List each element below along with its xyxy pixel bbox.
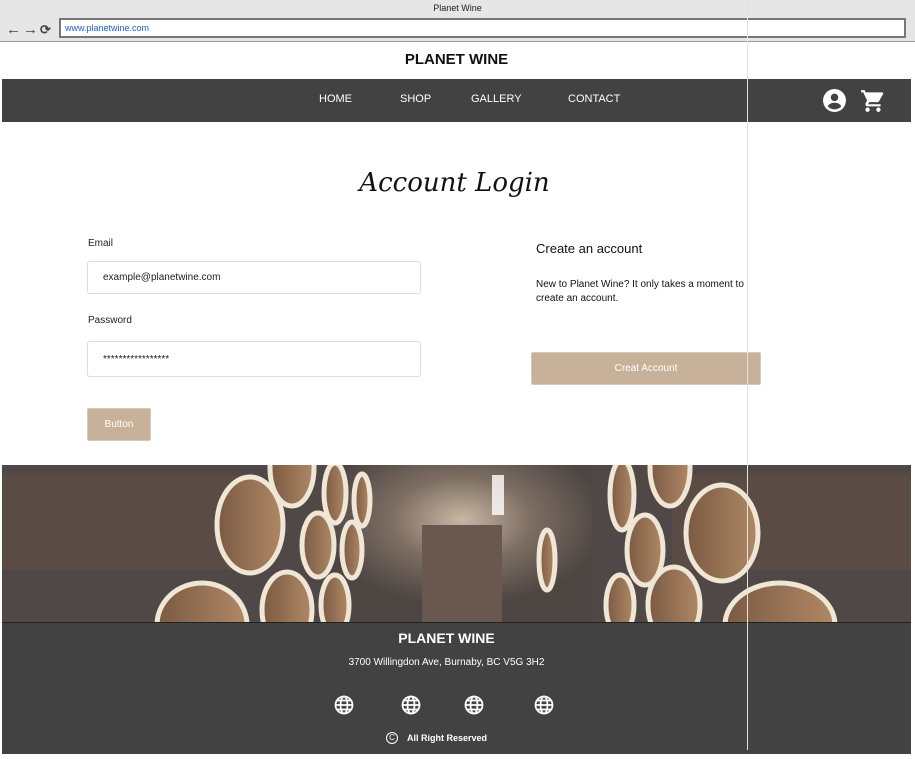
password-label: Password: [88, 315, 132, 326]
create-account-button[interactable]: Creat Account: [531, 352, 761, 385]
globe-icon[interactable]: [401, 695, 421, 715]
globe-icon[interactable]: [464, 695, 484, 715]
create-account-heading: Create an account: [536, 241, 643, 256]
back-icon[interactable]: ←: [6, 21, 23, 38]
browser-nav: ←→⟳: [6, 21, 53, 38]
globe-icon[interactable]: [534, 695, 554, 715]
nav-home[interactable]: HOME: [319, 93, 352, 105]
nav-contact[interactable]: CONTACT: [568, 93, 620, 105]
site-header: PLANET WINE: [2, 43, 911, 79]
window-title: Planet Wine: [433, 3, 482, 13]
globe-icon[interactable]: [334, 695, 354, 715]
reload-icon[interactable]: ⟳: [40, 22, 53, 37]
password-field[interactable]: [87, 341, 421, 377]
footer-brand: PLANET WINE: [398, 630, 495, 646]
email-field[interactable]: [87, 261, 421, 294]
site-footer: PLANET WINE 3700 Willingdon Ave, Burnaby…: [2, 622, 911, 754]
nav-gallery[interactable]: GALLERY: [471, 93, 522, 105]
forward-icon[interactable]: →: [23, 21, 40, 38]
wine-barrels-banner: [2, 465, 911, 622]
login-button[interactable]: Button: [87, 408, 151, 441]
copyright-icon: C: [386, 732, 398, 744]
create-account-text: New to Planet Wine? It only takes a mome…: [536, 279, 744, 304]
account-circle-icon[interactable]: [822, 88, 847, 113]
guide-line: [747, 0, 748, 750]
brand-logo[interactable]: PLANET WINE: [405, 51, 508, 68]
shopping-cart-icon[interactable]: [860, 88, 886, 114]
copyright-text: All Right Reserved: [407, 733, 488, 743]
email-label: Email: [88, 238, 114, 249]
browser-chrome: Planet Wine ←→⟳ www.planetwine.com: [0, 0, 915, 42]
nav-shop[interactable]: SHOP: [400, 93, 431, 105]
main-nav: HOME SHOP GALLERY CONTACT: [2, 79, 911, 122]
page-title: Account Login: [359, 168, 550, 198]
footer-address: 3700 Willingdon Ave, Burnaby, BC V5G 3H2: [348, 657, 545, 668]
address-bar[interactable]: www.planetwine.com: [59, 18, 906, 38]
copyright: C All Right Reserved: [386, 732, 487, 744]
